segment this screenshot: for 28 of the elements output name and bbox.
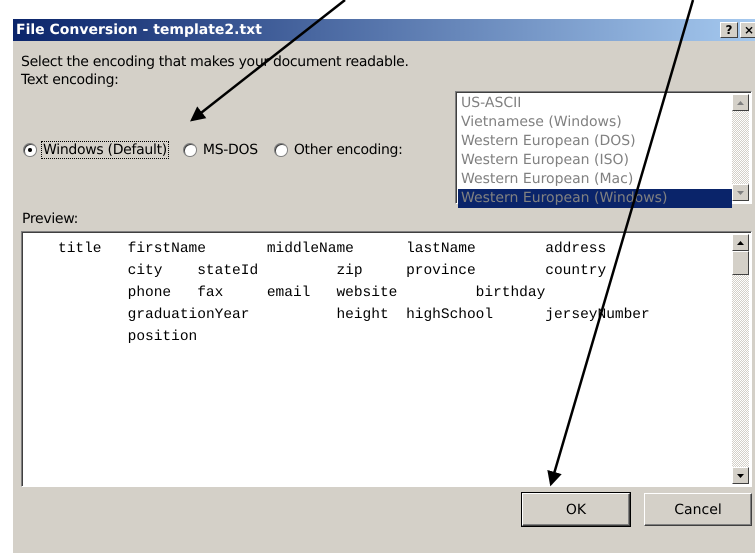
scroll-up-button[interactable] bbox=[732, 94, 749, 111]
close-button[interactable]: × bbox=[740, 22, 755, 38]
encoding-label: Text encoding: bbox=[21, 71, 120, 89]
radio-label: Other encoding: bbox=[292, 140, 404, 158]
down-triangle-icon bbox=[737, 190, 744, 194]
scroll-up-button[interactable] bbox=[732, 234, 749, 251]
down-triangle-icon bbox=[737, 474, 744, 478]
radio-button[interactable] bbox=[274, 142, 288, 156]
ok-button[interactable]: OK bbox=[522, 493, 630, 526]
radio-label: MS-DOS bbox=[202, 140, 259, 158]
up-triangle-icon bbox=[737, 100, 744, 104]
scrollbar[interactable] bbox=[732, 94, 749, 201]
scrollbar[interactable] bbox=[732, 234, 749, 484]
help-button[interactable]: ? bbox=[720, 22, 738, 38]
radio-button[interactable] bbox=[182, 142, 197, 156]
cancel-button[interactable]: Cancel bbox=[644, 493, 752, 526]
window-title: File Conversion - template2.txt bbox=[16, 22, 263, 38]
up-triangle-icon bbox=[737, 240, 744, 244]
scroll-down-button[interactable] bbox=[732, 467, 749, 484]
scroll-thumb[interactable] bbox=[732, 251, 749, 275]
preview-line: phone fax email website birthday bbox=[126, 284, 546, 303]
preview-line: position bbox=[126, 328, 198, 347]
radio-label: Windows (Default) bbox=[41, 140, 169, 158]
preview-line: title firstName middleName lastName address bbox=[58, 240, 608, 259]
scroll-down-button[interactable] bbox=[732, 184, 749, 201]
radio-button[interactable] bbox=[23, 142, 37, 156]
preview-label: Preview: bbox=[22, 210, 80, 228]
preview-line: city stateId zip province country bbox=[126, 262, 608, 281]
